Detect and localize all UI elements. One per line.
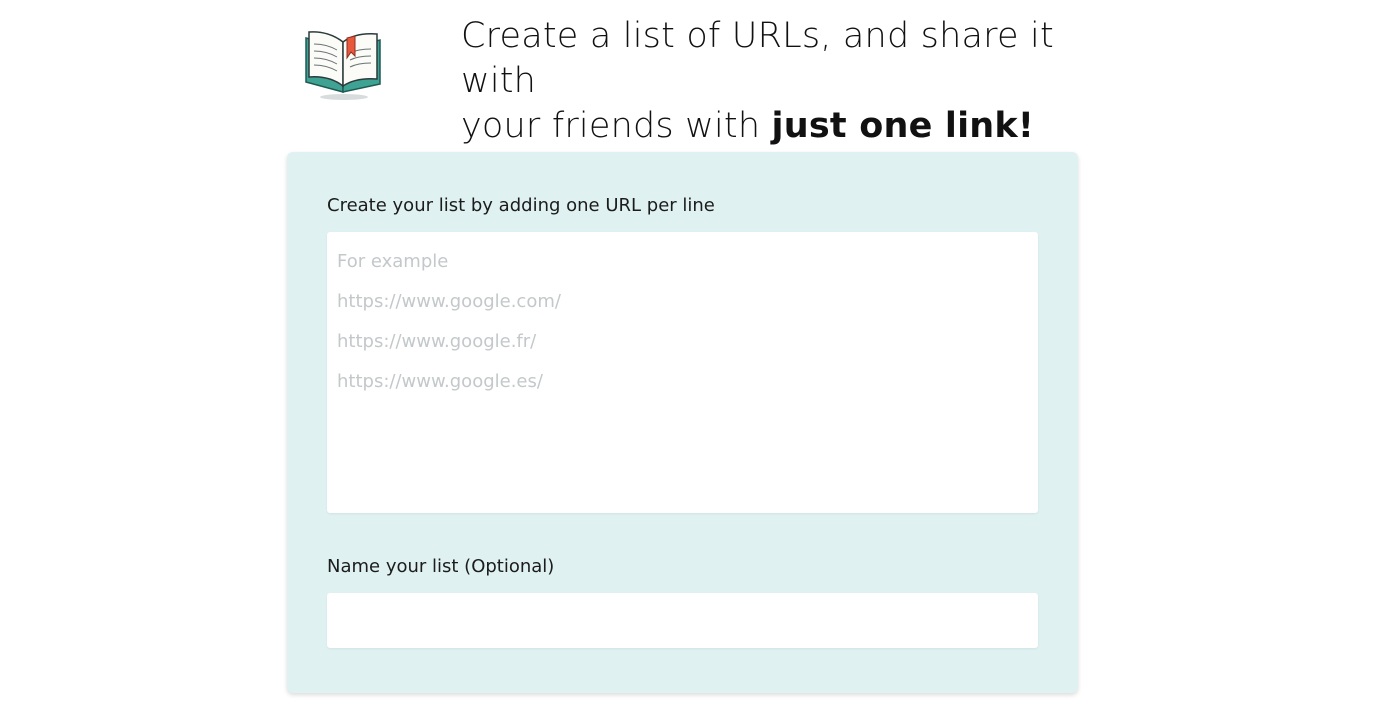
urls-placeholder-line: https://www.google.fr/: [337, 331, 537, 352]
headline-emphasis: just one link!: [771, 106, 1035, 146]
open-book-icon: [300, 22, 386, 102]
headline-line-2-text: your friends with: [461, 106, 772, 146]
urls-placeholder-line: For example: [337, 251, 449, 272]
urls-placeholder-line: https://www.google.com/: [337, 291, 561, 312]
create-list-form: Create your list by adding one URL per l…: [287, 152, 1078, 693]
hero-header: Create a list of URLs, and share it with…: [300, 14, 1120, 146]
page-title: Create a list of URLs, and share it with…: [461, 14, 1121, 149]
urls-placeholder-line: https://www.google.es/: [337, 371, 543, 392]
urls-textarea[interactable]: For example https://www.google.com/ http…: [327, 232, 1038, 513]
page: Create a list of URLs, and share it with…: [0, 0, 1397, 702]
urls-field-label: Create your list by adding one URL per l…: [327, 195, 715, 216]
list-name-label: Name your list (Optional): [327, 556, 555, 577]
headline-line-1: Create a list of URLs, and share it with: [461, 16, 1054, 101]
list-name-input[interactable]: [327, 593, 1038, 648]
headline-line-2: your friends with just one link!: [461, 104, 1121, 149]
